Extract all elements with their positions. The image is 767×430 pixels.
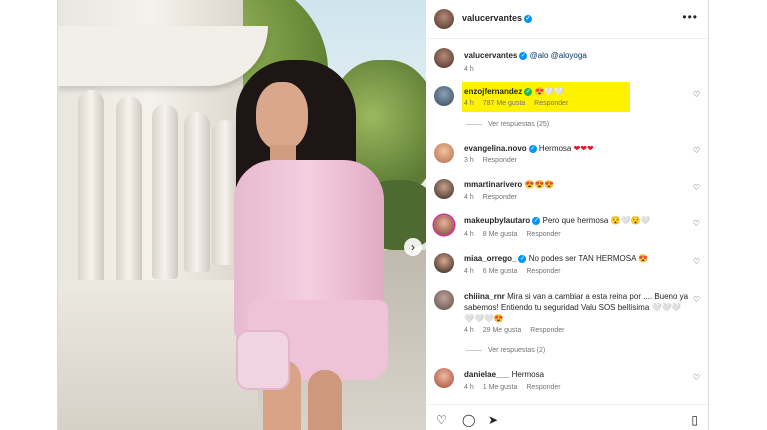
likes-count[interactable]: 8 Me gusta: [483, 231, 518, 238]
comment-text-line: sabemos! Entiendo tu seguridad Valu SOS …: [464, 303, 682, 312]
comments-panel: valucervantes ✓ ••• valucervantes ✓ @alo @…: [426, 0, 708, 430]
comment-text: enzojfernandez ✓ 😍🤍🤍: [464, 87, 565, 96]
like-heart-icon[interactable]: ♡: [693, 257, 700, 266]
comment-meta: 4 h6 Me gusta Responder: [464, 268, 561, 275]
reply-button[interactable]: Responder: [530, 327, 564, 334]
view-replies-button[interactable]: Ver respuestas (2): [466, 347, 545, 354]
avatar[interactable]: [434, 179, 454, 199]
caption: valucervantes ✓ @alo @aloyoga: [464, 51, 587, 60]
photo-base: [58, 280, 258, 430]
avatar[interactable]: [434, 86, 454, 106]
verified-icon: ✓: [528, 144, 537, 153]
comment-meta: 3 h Responder: [464, 157, 517, 164]
like-heart-icon[interactable]: ♡: [693, 373, 700, 382]
photo-person-leg: [308, 370, 342, 430]
avatar[interactable]: [434, 215, 454, 235]
verified-icon: ✓: [519, 51, 528, 60]
comment-meta: 4 h Responder: [464, 194, 517, 201]
photo-rail: [58, 26, 268, 86]
photo-person-face: [256, 82, 308, 150]
like-heart-icon[interactable]: ♡: [693, 90, 700, 99]
avatar[interactable]: [434, 253, 454, 273]
comment-meta: 4 h8 Me gusta Responder: [464, 231, 561, 238]
action-bar: ♡ ◯ ➤ ▯: [426, 404, 708, 430]
post-header: valucervantes ✓ •••: [426, 0, 708, 39]
verified-icon: ✓: [532, 216, 541, 225]
like-heart-icon[interactable]: ♡: [693, 146, 700, 155]
comment-icon[interactable]: ◯: [462, 413, 475, 427]
post-frame: › valucervantes ✓ ••• valucervantes ✓ @alo…: [57, 0, 709, 430]
reply-button[interactable]: Responder: [483, 157, 517, 164]
comment-text: mmartinarivero 😍😍😍: [464, 180, 555, 189]
likes-count[interactable]: 29 Me gusta: [483, 327, 522, 334]
photo-handbag: [236, 330, 290, 390]
photo-baluster: [184, 112, 210, 272]
avatar[interactable]: [434, 9, 454, 29]
header-username[interactable]: valucervantes ✓: [462, 13, 533, 23]
likes-count[interactable]: 1 Me gusta: [483, 384, 518, 391]
verified-icon: ✓: [518, 254, 527, 263]
avatar[interactable]: [434, 143, 454, 163]
like-heart-icon[interactable]: ♡: [693, 183, 700, 192]
like-icon[interactable]: ♡: [436, 413, 447, 427]
avatar: [434, 48, 454, 68]
share-icon[interactable]: ➤: [488, 413, 498, 427]
like-heart-icon[interactable]: ♡: [693, 219, 700, 228]
likes-count[interactable]: 787 Me gusta: [483, 100, 525, 107]
comment-meta: 4 h 29 Me gusta Responder: [464, 327, 565, 334]
photo-baluster: [78, 90, 104, 290]
comment-text: evangelina.novo ✓ Hermosa ❤❤❤: [464, 144, 594, 153]
verified-icon: ✓: [524, 87, 533, 96]
verified-icon: ✓: [524, 14, 533, 23]
reply-button[interactable]: Responder: [483, 194, 517, 201]
like-heart-icon[interactable]: ♡: [693, 295, 700, 304]
caption-time: 4 h: [464, 66, 474, 73]
reply-button[interactable]: Responder: [526, 268, 560, 275]
photo-baluster: [116, 96, 142, 286]
comment-text: miaa_orrego_ ✓ No podes ser TAN HERMOSA 😍: [464, 254, 649, 263]
next-photo-icon[interactable]: ›: [404, 238, 422, 256]
comment-meta: 4 h 787 Me gusta Responder: [464, 100, 569, 107]
reply-button[interactable]: Responder: [534, 100, 568, 107]
avatar[interactable]: [434, 368, 454, 388]
bookmark-icon[interactable]: ▯: [691, 413, 698, 427]
post-photo[interactable]: ›: [58, 0, 426, 430]
likes-count[interactable]: 6 Me gusta: [483, 268, 518, 275]
more-horizontal-icon[interactable]: •••: [682, 10, 698, 24]
photo-baluster: [152, 104, 178, 279]
comment-text: danielae___ Hermosa: [464, 370, 545, 379]
reply-button[interactable]: Responder: [526, 384, 560, 391]
avatar[interactable]: [434, 290, 454, 310]
comment-text: chiiina_rnr Mira si van a cambiar a esta…: [464, 292, 689, 301]
view-replies-button[interactable]: Ver respuestas (25): [466, 121, 549, 128]
comment-text: makeupbylautaro ✓ Pero que hermosa 😯🤍😯🤍: [464, 216, 651, 225]
comment-meta: 4 h1 Me gusta Responder: [464, 384, 561, 391]
comment-text-line: 🤍🤍🤍😍: [464, 314, 504, 323]
reply-button[interactable]: Responder: [526, 231, 560, 238]
